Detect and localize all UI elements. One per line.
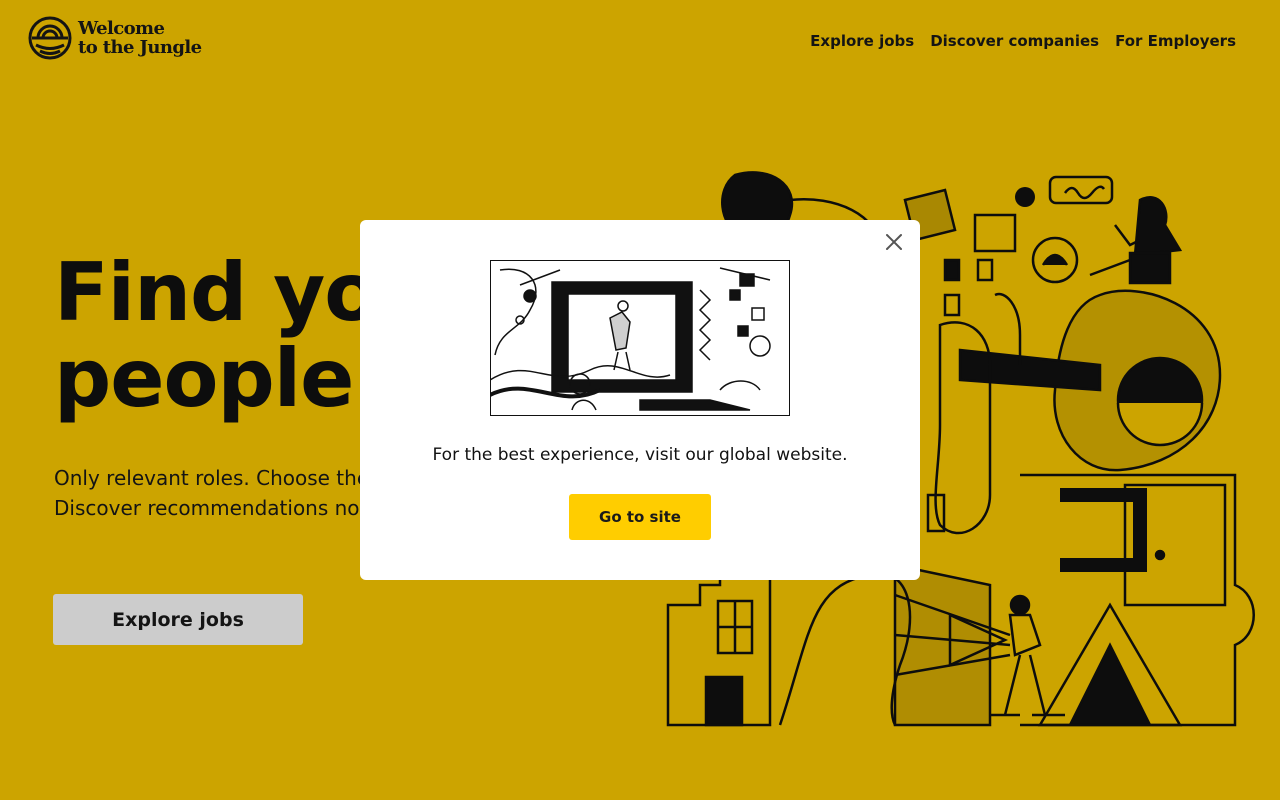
go-to-site-button[interactable]: Go to site — [569, 494, 711, 540]
modal-message: For the best experience, visit our globa… — [432, 445, 848, 465]
close-icon — [886, 234, 902, 250]
region-modal: For the best experience, visit our globa… — [360, 220, 920, 580]
modal-illustration — [490, 260, 790, 416]
close-button[interactable] — [882, 230, 906, 254]
page-background: Welcome to the Jungle Explore jobs Disco… — [0, 0, 1280, 800]
